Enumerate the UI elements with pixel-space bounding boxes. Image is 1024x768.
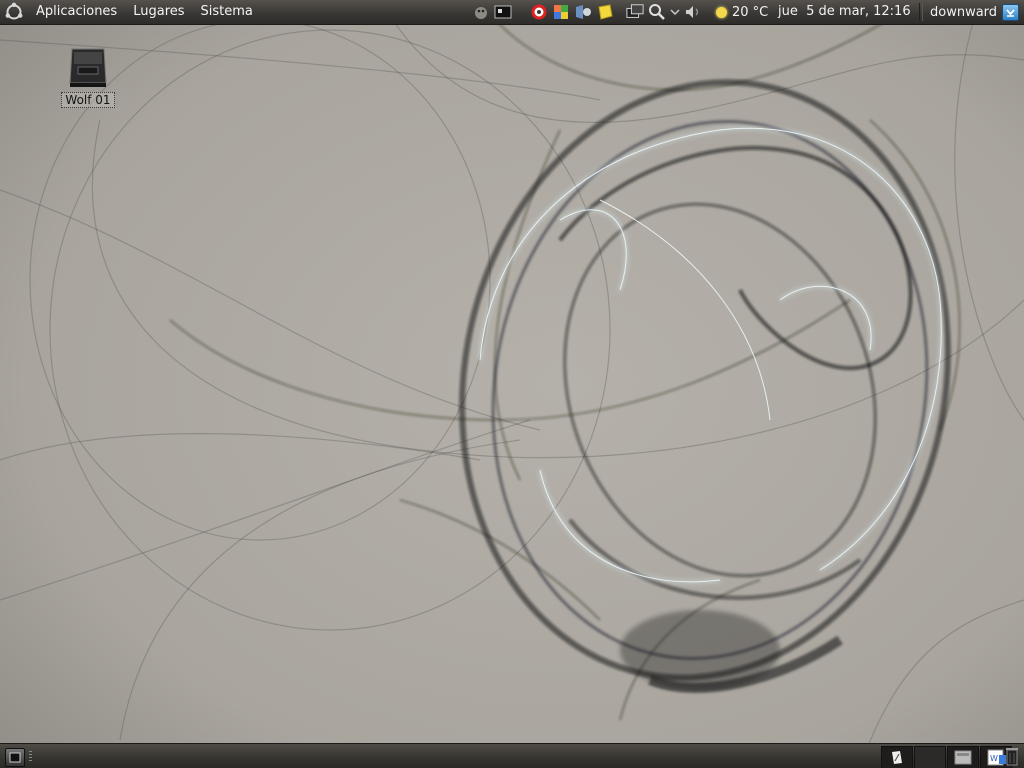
svg-text:W: W	[990, 754, 998, 763]
top-panel: Aplicaciones Lugares Sistema 20 °C jue 5…	[0, 0, 1024, 25]
username-label: downward	[930, 4, 998, 20]
panel-separator	[919, 3, 923, 21]
distro-logo-icon[interactable]	[0, 0, 28, 24]
notification-area	[528, 0, 704, 24]
show-desktop-button[interactable]	[5, 748, 25, 767]
workspace-switcher: W	[881, 746, 1013, 768]
palette-icon[interactable]	[552, 3, 570, 21]
trash-icon[interactable]	[1004, 746, 1020, 767]
clock[interactable]: jue 5 de mar, 12:16	[778, 0, 911, 24]
desktop-icon-drive[interactable]: Wolf 01	[60, 43, 116, 108]
desktop-screen: Aplicaciones Lugares Sistema 20 °C jue 5…	[0, 0, 1024, 768]
user-switcher[interactable]: downward	[930, 0, 1020, 24]
menu-places[interactable]: Lugares	[125, 0, 192, 24]
workspace-2[interactable]	[914, 746, 946, 768]
panel-drag-handle[interactable]	[29, 751, 32, 762]
terminal-icon[interactable]	[494, 3, 512, 21]
desktop-icon-label: Wolf 01	[61, 92, 115, 108]
media-player-icon[interactable]	[574, 3, 592, 21]
desktop-wallpaper	[0, 0, 1024, 768]
sun-icon	[716, 6, 727, 18]
workspace-1[interactable]	[881, 746, 913, 768]
weather-temperature: 20 °C	[732, 4, 769, 20]
menu-system[interactable]: Sistema	[193, 0, 261, 24]
hard-drive-icon	[66, 43, 110, 89]
main-menu-bar: Aplicaciones Lugares Sistema	[0, 0, 261, 24]
bottom-panel: W	[0, 743, 1024, 768]
lifebuoy-help-icon[interactable]	[530, 3, 548, 21]
shutdown-icon[interactable]	[1002, 3, 1020, 21]
weather-applet[interactable]: 20 °C	[716, 0, 768, 24]
panel-launchers	[470, 0, 514, 24]
search-icon[interactable]	[648, 3, 666, 21]
menu-applications[interactable]: Aplicaciones	[28, 0, 125, 24]
gimp-icon[interactable]	[472, 3, 490, 21]
notes-icon[interactable]	[596, 3, 614, 21]
chevron-down-icon[interactable]	[670, 3, 680, 21]
network-monitor-icon[interactable]	[626, 3, 644, 21]
workspace-3[interactable]	[947, 746, 979, 768]
volume-icon[interactable]	[684, 3, 702, 21]
